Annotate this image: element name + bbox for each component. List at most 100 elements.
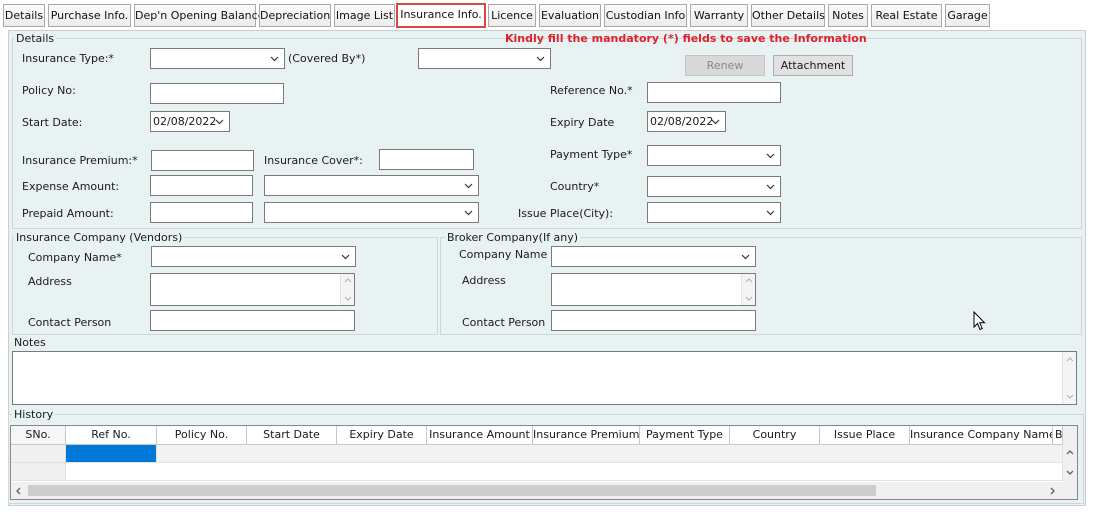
payment-type-label: Payment Type* bbox=[550, 148, 633, 161]
tab-insurance-info[interactable]: Insurance Info. bbox=[396, 3, 486, 28]
broker-address-textarea[interactable] bbox=[551, 273, 756, 306]
broker-address-scrollbar[interactable] bbox=[741, 274, 755, 305]
column-header[interactable]: Issue Place bbox=[820, 426, 910, 445]
policy-no-input[interactable] bbox=[150, 83, 284, 104]
expense-account-select[interactable] bbox=[264, 175, 479, 196]
tab-real-estate[interactable]: Real Estate bbox=[871, 4, 942, 27]
tab-licence[interactable]: Licence bbox=[488, 4, 536, 27]
insurance-company-title: Insurance Company (Vendors) bbox=[14, 231, 185, 244]
history-horizontal-scrollbar[interactable] bbox=[11, 482, 1077, 499]
issue-place-label: Issue Place(City): bbox=[518, 207, 614, 220]
column-header[interactable]: Payment Type bbox=[640, 426, 730, 445]
scroll-thumb[interactable] bbox=[28, 485, 876, 496]
column-header[interactable]: Ref No. bbox=[66, 426, 157, 445]
broker-company-title: Broker Company(If any) bbox=[445, 231, 581, 244]
expense-amount-label: Expense Amount: bbox=[22, 180, 120, 193]
scroll-up-icon[interactable] bbox=[744, 276, 754, 284]
insurance-type-select[interactable] bbox=[150, 48, 285, 69]
attachment-button[interactable]: Attachment bbox=[773, 55, 853, 76]
row-header[interactable] bbox=[11, 445, 66, 463]
selected-cell[interactable] bbox=[66, 445, 157, 463]
tab-depreciation[interactable]: Depreciation bbox=[259, 4, 331, 27]
notes-scrollbar[interactable] bbox=[1062, 352, 1076, 404]
column-header[interactable]: Start Date bbox=[247, 426, 337, 445]
tab-image-list[interactable]: Image List bbox=[334, 4, 395, 27]
scroll-down-icon[interactable] bbox=[343, 295, 353, 303]
scroll-left-icon[interactable] bbox=[14, 486, 22, 496]
chevron-down-icon bbox=[270, 56, 279, 62]
insurance-contact-person-label: Contact Person bbox=[28, 316, 112, 329]
expiry-date-label: Expiry Date bbox=[550, 116, 615, 129]
start-date-picker[interactable]: 02/08/2022 bbox=[150, 111, 230, 132]
insurance-contact-person-input[interactable] bbox=[150, 310, 355, 331]
broker-contact-person-input[interactable] bbox=[551, 310, 756, 331]
start-date-value: 02/08/2022 bbox=[153, 115, 217, 128]
renew-button[interactable]: Renew bbox=[685, 55, 765, 76]
expense-amount-input[interactable] bbox=[150, 175, 253, 196]
chevron-down-icon bbox=[766, 153, 775, 159]
tab-evaluation[interactable]: Evaluation bbox=[539, 4, 601, 27]
expiry-date-value: 02/08/2022 bbox=[650, 115, 714, 128]
chevron-down-icon bbox=[341, 254, 350, 260]
insurance-company-name-select[interactable] bbox=[151, 246, 356, 267]
insurance-premium-label: Insurance Premium:* bbox=[22, 154, 138, 167]
chevron-down-icon bbox=[766, 210, 775, 216]
row-cells[interactable] bbox=[66, 463, 1063, 481]
scroll-up-icon[interactable] bbox=[343, 276, 353, 284]
column-header[interactable]: Country bbox=[730, 426, 820, 445]
expiry-date-picker[interactable]: 02/08/2022 bbox=[647, 111, 726, 132]
scroll-down-icon[interactable] bbox=[744, 295, 754, 303]
column-header[interactable]: Policy No. bbox=[157, 426, 247, 445]
column-header[interactable]: B bbox=[1053, 426, 1063, 445]
reference-no-label: Reference No.* bbox=[550, 84, 633, 97]
tab-notes[interactable]: Notes bbox=[828, 4, 868, 27]
chevron-down-icon bbox=[536, 56, 545, 62]
address-scrollbar[interactable] bbox=[340, 274, 354, 305]
chevron-down-icon bbox=[464, 210, 473, 216]
column-header[interactable]: Expiry Date bbox=[337, 426, 427, 445]
country-select[interactable] bbox=[647, 176, 781, 197]
insurance-premium-input[interactable] bbox=[151, 150, 254, 171]
tab-garage[interactable]: Garage bbox=[945, 4, 990, 27]
column-header[interactable]: Insurance Amount bbox=[427, 426, 533, 445]
history-title: History bbox=[12, 408, 56, 421]
insurance-cover-input[interactable] bbox=[379, 149, 474, 170]
policy-no-label: Policy No: bbox=[22, 84, 76, 97]
reference-no-input[interactable] bbox=[647, 82, 781, 103]
covered-by-select[interactable] bbox=[418, 48, 551, 69]
tab-depn-opening-balance[interactable]: Dep'n Opening Balance bbox=[134, 4, 264, 27]
tab-warranty[interactable]: Warranty bbox=[690, 4, 748, 27]
notes-title: Notes bbox=[12, 336, 48, 349]
prepaid-account-select[interactable] bbox=[264, 202, 479, 223]
scroll-down-icon[interactable] bbox=[1065, 469, 1075, 477]
row-cells[interactable] bbox=[157, 445, 1063, 463]
history-table[interactable]: SNo. Ref No. Policy No. Start Date Expir… bbox=[10, 425, 1078, 500]
prepaid-amount-input[interactable] bbox=[150, 202, 253, 223]
chevron-down-icon bbox=[766, 184, 775, 190]
scroll-up-icon[interactable] bbox=[1065, 355, 1075, 363]
broker-company-name-label: Company Name bbox=[459, 248, 548, 261]
tab-other-details[interactable]: Other Details bbox=[751, 4, 825, 27]
chevron-down-icon bbox=[741, 254, 750, 260]
scroll-up-icon[interactable] bbox=[1065, 448, 1075, 456]
mandatory-message: Kindly fill the mandatory (*) fields to … bbox=[505, 32, 867, 45]
tab-custodian-info[interactable]: Custodian Info bbox=[604, 4, 687, 27]
broker-address-label: Address bbox=[462, 274, 506, 287]
scroll-right-icon[interactable] bbox=[1049, 486, 1057, 496]
tab-purchase-info[interactable]: Purchase Info. bbox=[48, 4, 131, 27]
broker-contact-person-label: Contact Person bbox=[462, 316, 546, 329]
prepaid-amount-label: Prepaid Amount: bbox=[22, 207, 114, 220]
payment-type-select[interactable] bbox=[647, 145, 781, 166]
column-header[interactable]: Insurance Premium bbox=[533, 426, 640, 445]
insurance-company-address-textarea[interactable] bbox=[150, 273, 355, 306]
column-header[interactable]: Insurance Company Name bbox=[910, 426, 1053, 445]
row-header[interactable] bbox=[11, 463, 66, 481]
broker-company-name-select[interactable] bbox=[551, 246, 756, 267]
column-header[interactable]: SNo. bbox=[11, 426, 66, 445]
insurance-company-name-label: Company Name* bbox=[28, 251, 122, 264]
tab-details[interactable]: Details bbox=[3, 4, 45, 27]
issue-place-select[interactable] bbox=[647, 202, 781, 223]
scroll-down-icon[interactable] bbox=[1065, 393, 1075, 401]
history-vertical-scrollbar[interactable] bbox=[1063, 426, 1077, 482]
notes-textarea[interactable] bbox=[12, 351, 1077, 405]
